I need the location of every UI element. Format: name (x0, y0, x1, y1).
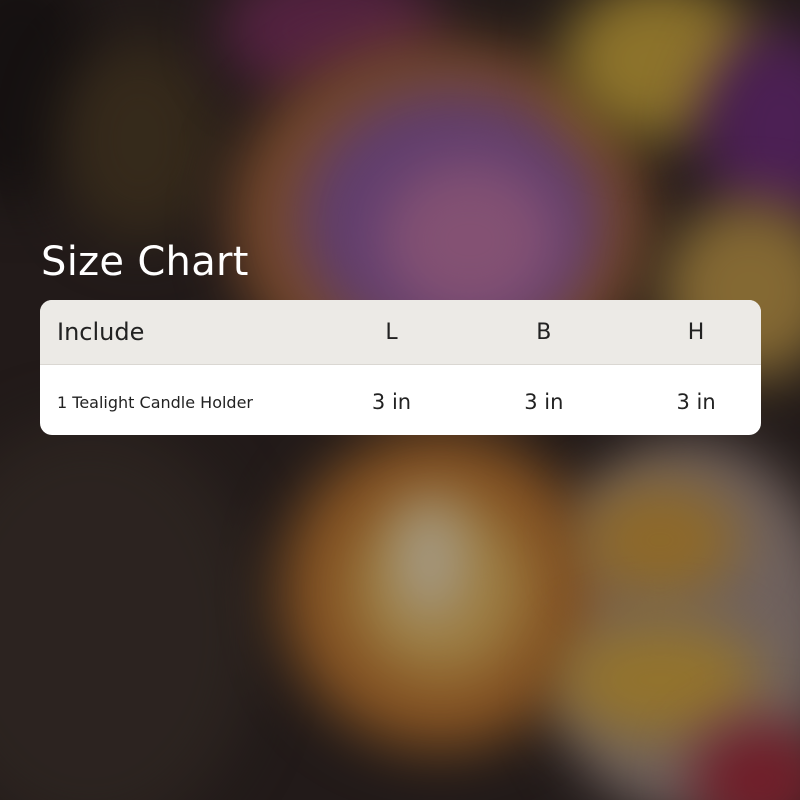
page-title: Size Chart (41, 239, 249, 285)
table-row: 1 Tealight Candle Holder 3 in 3 in 3 in (40, 365, 761, 435)
cell-length: 3 in (371, 390, 412, 414)
table-header-row: Include L B H (40, 300, 761, 365)
header-breadth: B (536, 319, 552, 345)
header-height: H (687, 319, 705, 345)
size-chart-table: Include L B H 1 Tealight Candle Holder 3… (40, 300, 761, 435)
header-include: Include (57, 318, 145, 346)
cell-breadth: 3 in (524, 390, 564, 414)
header-length: L (385, 319, 398, 345)
cell-height: 3 in (676, 390, 716, 414)
cell-include: 1 Tealight Candle Holder (57, 392, 254, 412)
